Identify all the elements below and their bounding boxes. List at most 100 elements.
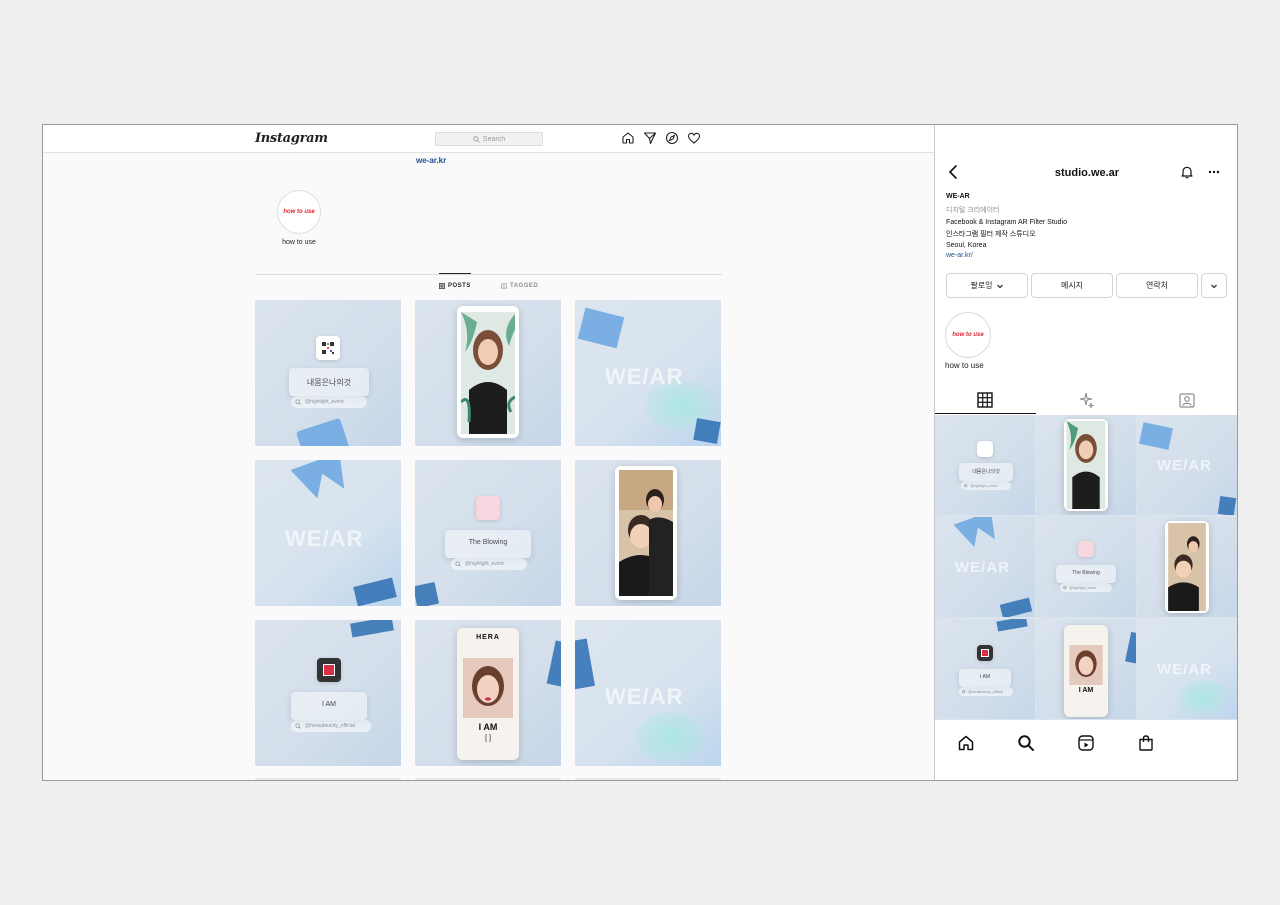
filter-name-card: The Blowing [1056, 565, 1116, 583]
bell-icon[interactable] [1180, 165, 1194, 179]
woman-portrait-image [461, 312, 515, 434]
activity-heart-icon[interactable] [687, 131, 701, 145]
filter-name-card: The Blowing [445, 530, 531, 558]
effects-sparkle-icon[interactable] [1077, 391, 1095, 409]
following-button-label: 팔로잉 [970, 281, 993, 290]
glow [1177, 679, 1227, 715]
bio-line: 인스타그램 필터 제작 스튜디오 [946, 230, 1036, 238]
filter-name-card: 내몸은나의것 [959, 463, 1013, 481]
poster-brand: HERA [476, 634, 500, 641]
post-tile[interactable]: The Blowing @highlight_event [415, 460, 561, 606]
instagram-logo[interactable]: Instagram [255, 131, 328, 146]
filter-title: 내몸은나의것 [972, 469, 1000, 475]
search-icon [455, 561, 461, 567]
post-tile[interactable]: The Blowing @highlight_event [1036, 517, 1136, 617]
filter-handle: @highlight_event [451, 558, 527, 570]
direct-message-icon[interactable] [643, 131, 657, 145]
post-tile[interactable]: 내몸은나의것 @highlight_event [935, 415, 1035, 515]
bio-line: Seoul, Korea [946, 242, 987, 249]
filter-name-card: I AM [959, 669, 1011, 687]
filter-handle: @highlight_event [1060, 583, 1112, 592]
next-row-edge [415, 778, 561, 780]
post-tile[interactable]: 내몸은나의것 @highlight_event [255, 300, 401, 446]
phone-mockup [615, 466, 677, 600]
woman-portrait-image [1066, 421, 1106, 509]
website-link[interactable]: we-ar.kr [416, 156, 446, 165]
search-icon[interactable] [1017, 734, 1035, 752]
search-placeholder: Search [482, 135, 506, 143]
post-tile[interactable]: WE/AR [575, 620, 721, 766]
home-icon[interactable] [621, 131, 635, 145]
post-tile[interactable] [1036, 415, 1136, 515]
post-tile[interactable]: I AM [1036, 619, 1136, 719]
active-tab-indicator [439, 273, 471, 274]
search-input[interactable]: Search [435, 132, 543, 146]
profile-bio: Facebook & Instagram AR Filter Studio 인스… [946, 217, 1067, 252]
decorative-shape [546, 640, 561, 688]
red-filter-icon [977, 645, 993, 661]
active-tab-indicator [935, 413, 1036, 414]
pink-filter-icon [1078, 541, 1094, 557]
phone-mockup [1064, 419, 1108, 511]
search-icon [962, 689, 966, 693]
glow [635, 712, 705, 762]
next-row-edge [255, 778, 401, 780]
tagged-icon [501, 283, 507, 289]
filter-title: The Blowing [1072, 570, 1100, 576]
poster-headline: I AM [478, 722, 498, 732]
desktop-instagram-view: Instagram Search we-ar.kr how to use how… [43, 125, 934, 780]
home-icon[interactable] [957, 734, 975, 752]
red-square [981, 649, 989, 657]
search-icon [1063, 585, 1067, 589]
shop-bag-icon[interactable] [1137, 734, 1155, 752]
decorative-shape [353, 577, 397, 606]
wear-logo: WE/AR [605, 684, 684, 709]
tab-tagged-label: TAGGED [510, 283, 539, 289]
post-tile[interactable]: WE/AR [1137, 619, 1237, 719]
following-button[interactable]: 팔로잉 [946, 273, 1028, 298]
phone-mockup [1165, 521, 1209, 613]
highlight-cover-text: how to use [283, 209, 315, 215]
two-men-selfie-image [1168, 523, 1206, 611]
tabs-divider [255, 274, 722, 275]
decorative-shape [290, 460, 351, 504]
explore-icon[interactable] [665, 131, 679, 145]
portrait-photo [461, 312, 515, 434]
post-tile[interactable]: I AM @heraabeauty_official [255, 620, 401, 766]
contact-button[interactable]: 연락처 [1116, 273, 1198, 298]
reels-icon[interactable] [1077, 734, 1095, 752]
post-tile[interactable] [575, 460, 721, 606]
poster-photo [463, 658, 513, 718]
highlight-how-to-use[interactable]: how to use [277, 190, 321, 234]
tagged-tab-icon[interactable] [1178, 391, 1196, 409]
highlight-label: how to use [945, 361, 984, 370]
post-tile[interactable]: WE/AR [1137, 415, 1237, 515]
poster-mockup: HERA I AM [ ] [457, 628, 519, 760]
decorative-shape [1217, 495, 1237, 515]
post-tile[interactable]: WE/AR [935, 517, 1035, 617]
qr-code-icon [316, 336, 340, 360]
bottom-tab-bar [935, 720, 1237, 780]
tab-posts[interactable]: POSTS [439, 283, 471, 289]
post-tile[interactable]: HERA I AM [ ] [415, 620, 561, 766]
highlight-how-to-use[interactable]: how to use [945, 312, 991, 358]
mobile-profile-view: studio.we.ar WE-AR 디지털 크리에이터 Facebook & … [934, 125, 1237, 780]
message-button[interactable]: 메시지 [1031, 273, 1113, 298]
post-tile[interactable]: I AM @heraabeauty_official [935, 619, 1035, 719]
post-tile[interactable] [415, 300, 561, 446]
top-nav-bar: Instagram Search [43, 125, 934, 153]
two-men-selfie-image [619, 470, 673, 596]
suggested-dropdown-button[interactable] [1201, 273, 1227, 298]
wear-logo: WE/AR [1157, 661, 1212, 678]
more-options-icon[interactable] [1207, 165, 1221, 179]
tab-tagged[interactable]: TAGGED [501, 283, 538, 289]
chevron-down-icon [1211, 284, 1217, 288]
grid-tab-icon[interactable] [976, 391, 994, 409]
post-tile[interactable]: WE/AR [575, 300, 721, 446]
post-tile[interactable]: WE/AR [255, 460, 401, 606]
profile-link[interactable]: we-ar.kr/ [946, 252, 973, 259]
filter-name-card: I AM [291, 692, 367, 720]
next-row-edge [575, 778, 721, 780]
screenshot-frame: Instagram Search we-ar.kr how to use how… [42, 124, 1238, 781]
post-tile[interactable] [1137, 517, 1237, 617]
